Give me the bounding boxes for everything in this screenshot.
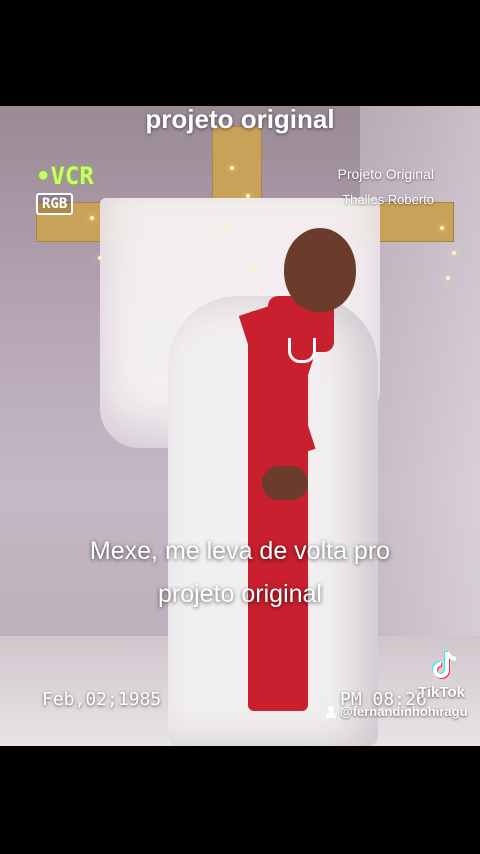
tiktok-label: TikTok bbox=[418, 684, 465, 701]
lyric-line-2: projeto original bbox=[158, 580, 322, 608]
child-hands bbox=[262, 466, 308, 500]
tiktok-logo-icon[interactable] bbox=[428, 648, 462, 682]
person-icon bbox=[326, 705, 336, 718]
child-head bbox=[284, 228, 356, 312]
vcr-date: Feb,02;1985 bbox=[42, 689, 162, 710]
username-text: @fernandinhohiragu bbox=[340, 704, 468, 719]
rgb-badge: RGB bbox=[36, 193, 74, 215]
top-caption: projeto original bbox=[145, 104, 335, 134]
lyric-line-1: Mexe, me leva de volta pro bbox=[89, 537, 391, 565]
creator-username[interactable]: @fernandinhohiragu bbox=[326, 704, 468, 719]
song-title: Projeto Original bbox=[337, 166, 435, 182]
lyre-icon bbox=[288, 338, 316, 363]
vcr-indicator: •VCR bbox=[36, 162, 94, 190]
song-artist: Thalles Roberto bbox=[342, 192, 434, 207]
red-stole bbox=[248, 311, 308, 711]
